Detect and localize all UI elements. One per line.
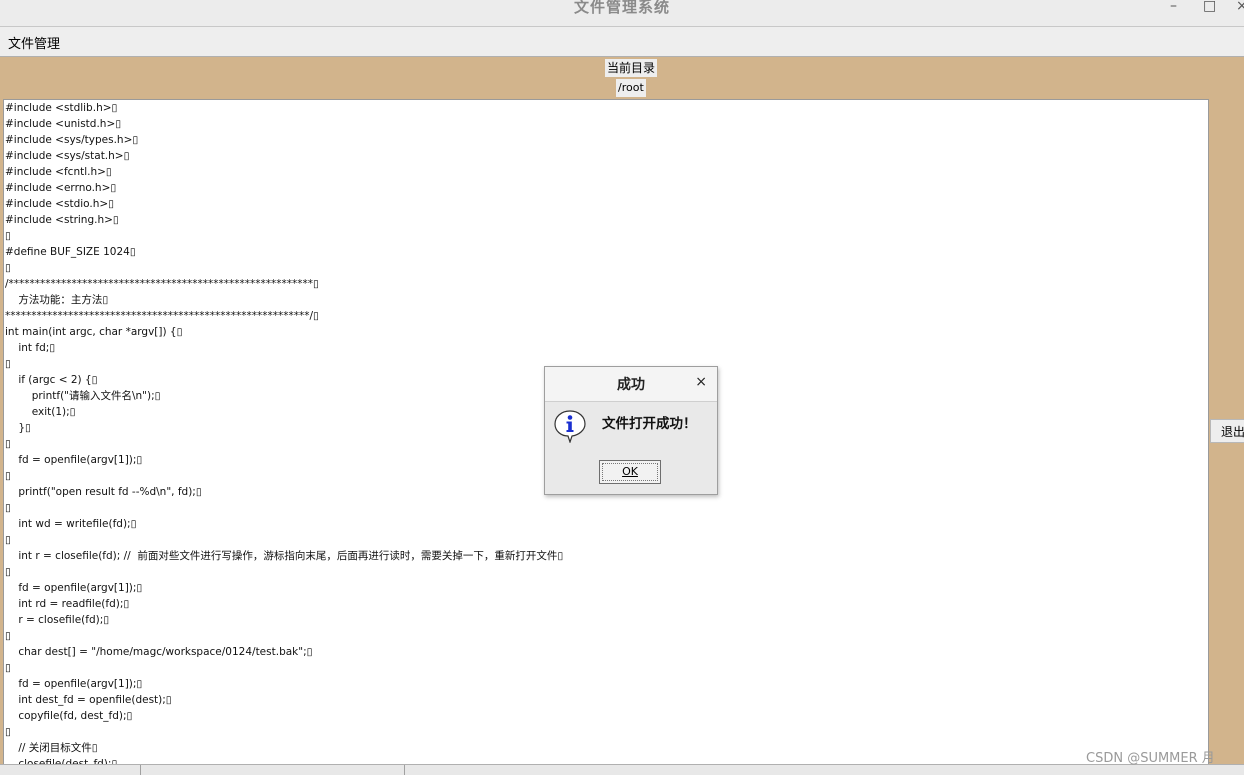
code-line: int r = closefile(fd); // 前面对些文件进行写操作，游标… — [5, 550, 564, 562]
code-line: char dest[] = "/home/magc/workspace/0124… — [5, 646, 313, 658]
code-line: ▯ — [5, 534, 11, 546]
code-line: ▯ — [5, 262, 11, 274]
menu-file-management[interactable]: 文件管理 — [8, 33, 60, 52]
code-line: // 关闭目标文件▯ — [5, 742, 98, 754]
ok-button-label: OK — [622, 465, 638, 478]
window-titlebar: 文件管理系统 – □ × — [0, 0, 1244, 27]
code-line: #include <fcntl.h>▯ — [5, 166, 112, 178]
code-line: #include <stdio.h>▯ — [5, 198, 114, 210]
dialog-message: 文件打开成功！ — [602, 416, 697, 432]
ok-button[interactable]: OK — [599, 460, 661, 484]
code-line: #include <sys/types.h>▯ — [5, 134, 139, 146]
code-line: ▯ — [5, 502, 11, 514]
code-line: #include <string.h>▯ — [5, 214, 119, 226]
current-directory-label: 当前目录 — [605, 59, 658, 77]
code-line: int rd = readfile(fd);▯ — [5, 598, 130, 610]
code-line: #include <stdlib.h>▯ — [5, 102, 118, 114]
code-line: int wd = writefile(fd);▯ — [5, 518, 137, 530]
maximize-icon[interactable]: □ — [1203, 0, 1216, 14]
dialog-header: 成功 × — [545, 367, 717, 402]
dialog-close-icon[interactable]: × — [695, 374, 707, 390]
code-line: int fd;▯ — [5, 342, 56, 354]
code-line: copyfile(fd, dest_fd);▯ — [5, 710, 133, 722]
minimize-icon[interactable]: – — [1170, 0, 1177, 14]
info-icon — [554, 410, 586, 443]
code-line: ▯ — [5, 630, 11, 642]
code-line: fd = openfile(argv[1]);▯ — [5, 582, 143, 594]
code-line: int main(int argc, char *argv[]) {▯ — [5, 326, 183, 338]
window-title: 文件管理系统 — [573, 0, 670, 16]
code-line: 方法功能：主方法▯ — [5, 294, 109, 306]
status-bar — [0, 764, 1244, 775]
code-line: fd = openfile(argv[1]);▯ — [5, 678, 143, 690]
dialog-title: 成功 — [617, 377, 645, 393]
close-icon[interactable]: × — [1236, 0, 1244, 14]
code-line: ▯ — [5, 726, 11, 738]
success-dialog: 成功 × 文件打开成功！ OK — [544, 366, 718, 495]
code-line: ****************************************… — [5, 310, 319, 322]
code-line: ▯ — [5, 662, 11, 674]
code-line: #include <sys/stat.h>▯ — [5, 150, 130, 162]
code-line: int dest_fd = openfile(dest);▯ — [5, 694, 172, 706]
code-line: ▯ — [5, 230, 11, 242]
code-line: #include <unistd.h>▯ — [5, 118, 122, 130]
menu-bar: 文件管理 — [0, 27, 1244, 57]
exit-button[interactable]: 退出 — [1210, 419, 1244, 443]
code-line: ▯ — [5, 566, 11, 578]
current-directory-path: /root — [616, 79, 646, 97]
code-line: #include <errno.h>▯ — [5, 182, 117, 194]
code-line: r = closefile(fd);▯ — [5, 614, 110, 626]
code-line: /***************************************… — [5, 278, 319, 290]
watermark: CSDN @SUMMER 月 — [1086, 751, 1215, 766]
code-line: #define BUF_SIZE 1024▯ — [5, 246, 136, 258]
